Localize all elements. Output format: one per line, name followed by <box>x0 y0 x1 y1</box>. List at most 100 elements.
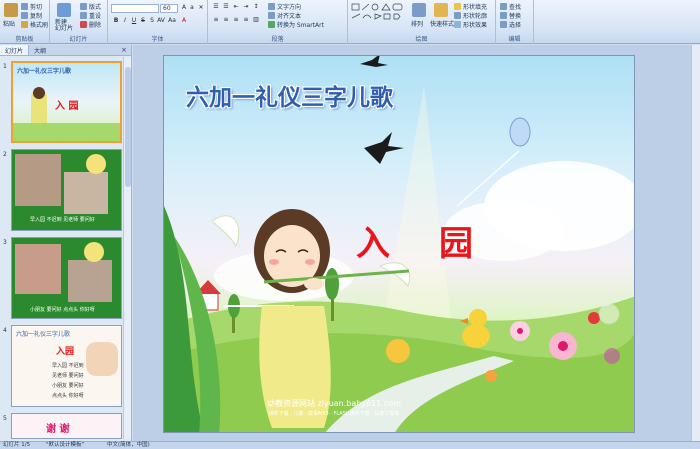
thumb-hair <box>33 87 45 99</box>
numbering-icon[interactable]: ☰ <box>222 3 230 11</box>
increase-indent-icon[interactable]: ⇥ <box>242 3 250 11</box>
font-size-box[interactable]: 60 <box>160 4 178 13</box>
strike-icon[interactable]: S <box>139 17 147 25</box>
fill-icon <box>454 3 461 10</box>
bold-icon[interactable]: B <box>112 17 120 25</box>
new-slide-icon[interactable] <box>57 3 71 17</box>
slides-label: 幻灯片 <box>69 36 88 43</box>
site-subtext: 课件下载 · 儿歌 · 故事MP3 · FLASH课件下载 · 试卷下载等 <box>268 411 400 417</box>
decrease-indent-icon[interactable]: ⇤ <box>232 3 240 11</box>
slide-number: 2 <box>3 151 7 158</box>
copy-button[interactable]: 复制 <box>21 11 42 20</box>
shadow-icon[interactable]: S <box>148 17 156 25</box>
slide-heading-1[interactable]: 入 <box>356 216 390 265</box>
slide-thumbnail-5[interactable]: 谢 谢 <box>11 413 122 439</box>
scissors-icon <box>21 3 28 10</box>
replace-button[interactable]: 替换 <box>500 11 521 20</box>
align-text-icon <box>268 12 275 19</box>
theme-name: "默认设计模板" <box>46 442 85 448</box>
tab-outline[interactable]: 大纲 <box>29 45 51 55</box>
clipboard-group: 粘贴 剪切 复制 格式刷 剪贴板 <box>0 0 50 44</box>
align-center-icon[interactable]: ≡ <box>222 16 230 24</box>
site-text: 幼教资源网站 ziyuan.baby611.com <box>267 399 401 408</box>
tab-slides[interactable]: 幻灯片 <box>0 45 30 55</box>
layout-icon <box>80 3 87 10</box>
binoculars-icon <box>500 3 507 10</box>
slide-number: 1 <box>3 63 7 70</box>
drawing-group: 排列 快速样式 形状填充 形状轮廓 形状效果 绘图 <box>348 0 496 44</box>
paragraph-group: ☰ ☰ ⇤ ⇥ ↕ ≡ ≡ ≡ ≡ ▥ 文字方向 对齐文本 转换为 SmartA… <box>208 0 348 44</box>
ribbon: 粘贴 剪切 复制 格式刷 剪贴板 新建 幻灯片 版式 重设 删除 幻灯片 60 … <box>0 0 700 44</box>
case-icon[interactable]: Aa <box>168 17 176 25</box>
align-text-button[interactable]: 对齐文本 <box>268 11 301 20</box>
justify-icon[interactable]: ≡ <box>242 16 250 24</box>
status-bar: 幻灯片 1/5 "默认设计模板" 中文(简体，中国) <box>0 441 700 449</box>
paragraph-label: 段落 <box>271 36 284 43</box>
thumb-heading: 谢 谢 <box>46 424 70 435</box>
format-painter-button[interactable]: 格式刷 <box>21 20 48 29</box>
underline-icon[interactable]: U <box>130 17 138 25</box>
align-left-icon[interactable]: ≡ <box>212 16 220 24</box>
delete-button[interactable]: 删除 <box>80 20 101 29</box>
italic-icon[interactable]: I <box>121 17 129 25</box>
thumb-title: 六加一礼仪三字儿歌 <box>16 331 71 338</box>
shrink-font-icon[interactable]: a <box>188 4 196 12</box>
close-icon[interactable]: × <box>117 45 131 55</box>
select-button[interactable]: 选择 <box>500 20 521 29</box>
thumb-photo <box>15 244 61 294</box>
shape-fill-button[interactable]: 形状填充 <box>454 2 487 11</box>
slide-heading-2[interactable]: 园 <box>439 216 473 265</box>
find-button[interactable]: 查找 <box>500 2 521 11</box>
spacing-icon[interactable]: AV <box>157 17 165 25</box>
quick-styles-button[interactable]: 快速样式 <box>430 19 454 28</box>
clear-format-icon[interactable]: ✕ <box>197 4 205 12</box>
font-group: 60 A a ✕ B I U S S AV Aa A 字体 <box>108 0 208 44</box>
slide-thumbnail-3[interactable]: 小朋友 要问好 点点头 你好呀 <box>11 237 122 319</box>
workspace-scrollbar[interactable] <box>691 45 700 441</box>
thumb-line: 点点头 你好呀 <box>52 393 84 399</box>
slides-group: 新建 幻灯片 版式 重设 删除 幻灯片 <box>50 0 108 44</box>
slide-title[interactable]: 六加一礼仪三字儿歌 <box>186 78 393 112</box>
slide-thumbnail-2[interactable]: 早入园 不迟到 见老师 要问好 <box>11 149 122 231</box>
brush-icon <box>21 21 28 28</box>
shapes-gallery[interactable] <box>351 3 407 31</box>
thumb-moon <box>84 242 104 262</box>
clipboard-label: 剪贴板 <box>15 36 34 43</box>
line-spacing-icon[interactable]: ↕ <box>252 3 260 11</box>
arrange-button[interactable]: 排列 <box>411 19 423 28</box>
cut-button[interactable]: 剪切 <box>21 2 42 11</box>
reset-icon <box>80 12 87 19</box>
quick-styles-icon[interactable] <box>434 3 448 17</box>
arrange-icon[interactable] <box>412 3 426 17</box>
grow-font-icon[interactable]: A <box>180 4 188 12</box>
panel-scrollbar[interactable] <box>123 57 131 439</box>
language-indicator: 中文(简体，中国) <box>107 442 150 448</box>
text-direction-button[interactable]: 文字方向 <box>268 2 301 11</box>
new-slide-button[interactable]: 新建 幻灯片 <box>55 19 73 33</box>
shape-effects-button[interactable]: 形状效果 <box>454 20 487 29</box>
slide-thumbnail-4[interactable]: 六加一礼仪三字儿歌 入园 早入园 不迟到 见老师 要问好 小朋友 要问好 点点头… <box>11 325 122 407</box>
thumb-title: 六加一礼仪三字儿歌 <box>17 68 72 75</box>
columns-icon[interactable]: ▥ <box>252 16 260 24</box>
slide-thumbnail-1[interactable]: 六加一礼仪三字儿歌 入 园 <box>11 61 122 143</box>
paste-button[interactable]: 粘贴 <box>3 19 15 28</box>
slide-workspace: 六加一礼仪三字儿歌 入 园 幼教资源网站 ziyuan.baby611.com … <box>133 45 700 441</box>
reset-button[interactable]: 重设 <box>80 11 101 20</box>
thumb-heading: 入园 <box>56 347 75 357</box>
layout-button[interactable]: 版式 <box>80 2 101 11</box>
font-color-icon[interactable]: A <box>180 17 188 25</box>
slide-count: 幻灯片 1/5 <box>3 442 31 448</box>
thumb-caption: 早入园 不迟到 见老师 要问好 <box>30 217 95 223</box>
bullets-icon[interactable]: ☰ <box>212 3 220 11</box>
effects-icon <box>454 21 461 28</box>
slide-canvas[interactable]: 六加一礼仪三字儿歌 入 园 幼教资源网站 ziyuan.baby611.com … <box>163 55 635 433</box>
shape-outline-button[interactable]: 形状轮廓 <box>454 11 487 20</box>
scroll-thumb[interactable] <box>125 67 131 187</box>
slide-number: 4 <box>3 327 7 334</box>
smartart-icon <box>268 21 275 28</box>
align-right-icon[interactable]: ≡ <box>232 16 240 24</box>
smartart-button[interactable]: 转换为 SmartArt <box>268 20 324 29</box>
replace-icon <box>500 12 507 19</box>
font-name-box[interactable] <box>111 4 159 13</box>
paste-icon[interactable] <box>4 3 18 17</box>
